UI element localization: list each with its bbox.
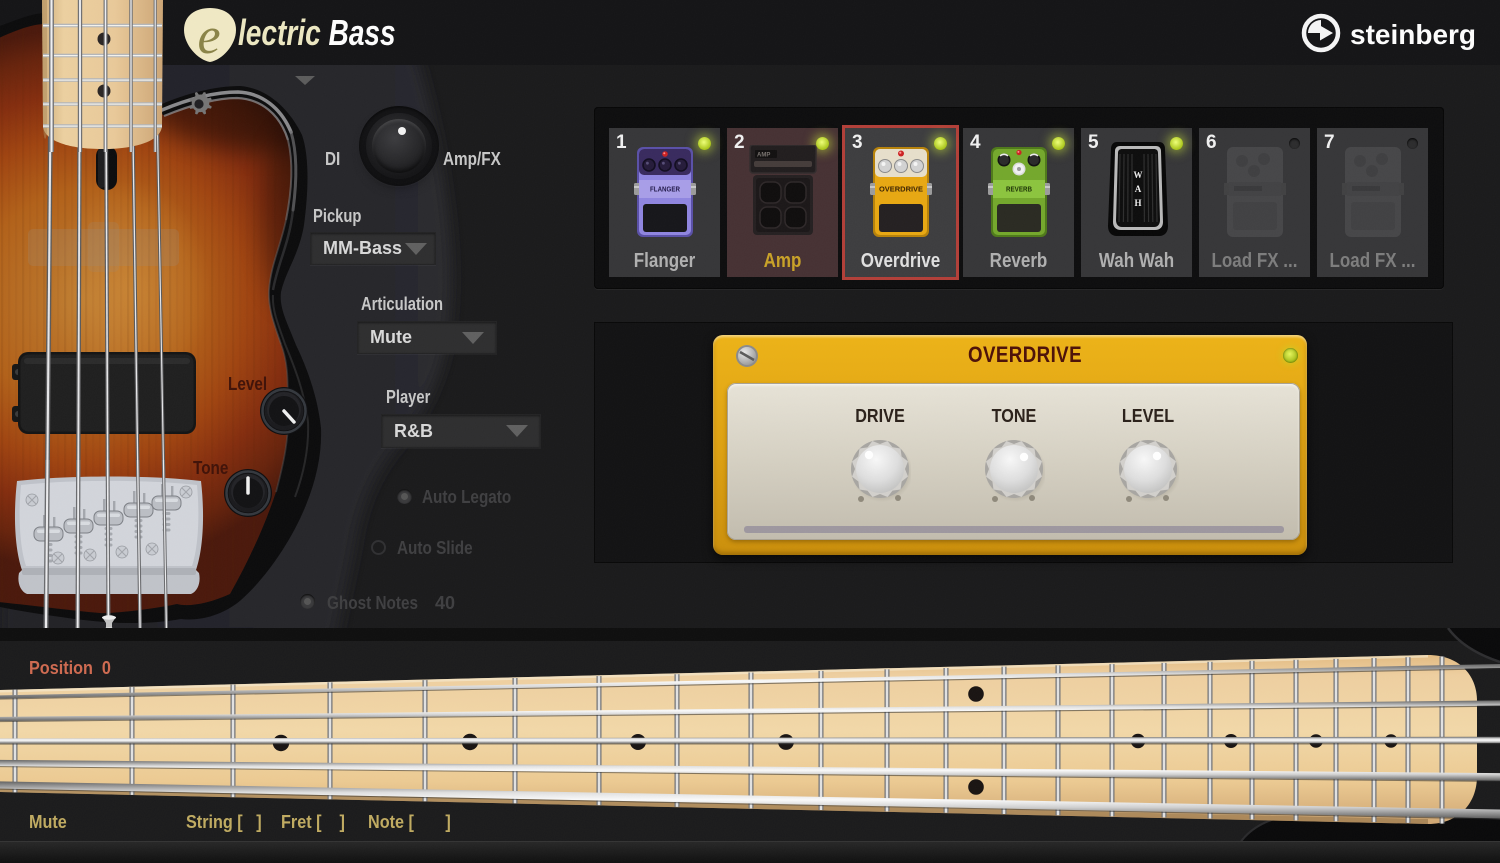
svg-text:H: H — [1134, 198, 1141, 208]
svg-text:W: W — [1134, 170, 1143, 180]
svg-text:steinberg: steinberg — [1350, 19, 1476, 50]
svg-text:REVERB: REVERB — [1006, 187, 1032, 194]
svg-text:A: A — [1135, 184, 1142, 194]
svg-text:AMP: AMP — [757, 153, 770, 159]
svg-text:FLANGER: FLANGER — [650, 187, 680, 194]
svg-text:e: e — [197, 8, 220, 64]
svg-text:OVERDRIVE: OVERDRIVE — [879, 187, 923, 194]
